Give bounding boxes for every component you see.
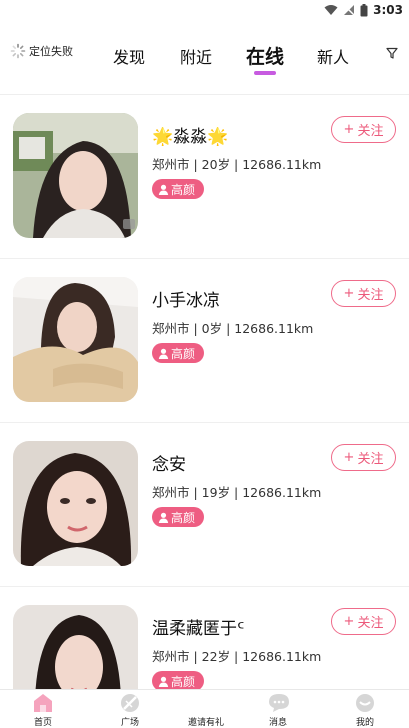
tab-discover[interactable]: 发现 xyxy=(113,44,145,68)
avatar[interactable] xyxy=(13,277,138,402)
plus-icon: + xyxy=(343,286,355,301)
user-meta: 郑州市 | 0岁 | 12686.11km xyxy=(152,321,314,336)
person-icon xyxy=(158,348,169,359)
user-card[interactable]: 🌟淼淼🌟 郑州市 | 20岁 | 12686.11km 高颜 + 关注 xyxy=(0,95,409,259)
bottom-nav: 首页 广场 邀请有礼 消息 我的 xyxy=(0,689,409,728)
battery-icon xyxy=(360,3,368,16)
avatar[interactable] xyxy=(13,605,138,689)
active-tab-indicator xyxy=(254,71,276,75)
message-icon xyxy=(269,694,289,712)
user-card[interactable]: 温柔藏匿于ᑦ 郑州市 | 22岁 | 12686.11km 高颜 + 关注 xyxy=(0,587,409,689)
person-icon xyxy=(158,184,169,195)
plaza-icon xyxy=(121,694,139,712)
plus-icon: + xyxy=(343,614,355,629)
status-badge: 高颜 xyxy=(152,671,205,689)
person-icon xyxy=(158,512,169,523)
loading-icon xyxy=(10,43,26,59)
status-icons: 3:03 xyxy=(324,3,403,17)
nav-profile[interactable]: 我的 xyxy=(335,690,395,728)
user-name: 小手冰凉 xyxy=(152,291,220,311)
filter-icon[interactable] xyxy=(386,47,398,59)
user-card[interactable]: 小手冰凉 郑州市 | 0岁 | 12686.11km 高颜 + 关注 xyxy=(0,259,409,423)
avatar[interactable] xyxy=(13,113,138,238)
user-meta: 郑州市 | 20岁 | 12686.11km xyxy=(152,157,322,172)
user-meta: 郑州市 | 22岁 | 12686.11km xyxy=(152,649,322,664)
location-label: 定位失败 xyxy=(29,45,73,58)
plus-icon: + xyxy=(343,122,355,137)
nav-label: 首页 xyxy=(33,718,52,728)
user-meta: 郑州市 | 19岁 | 12686.11km xyxy=(152,485,322,500)
status-badge: 高颜 xyxy=(152,507,205,527)
gift-icon xyxy=(198,700,214,712)
status-badge: 高颜 xyxy=(152,179,205,199)
avatar[interactable] xyxy=(13,441,138,566)
location-button[interactable]: 定位失败 xyxy=(10,43,73,59)
follow-button[interactable]: + 关注 xyxy=(331,116,396,143)
user-name: 🌟淼淼🌟 xyxy=(152,127,229,147)
wifi-icon xyxy=(324,5,338,15)
follow-label: 关注 xyxy=(357,124,384,139)
follow-button[interactable]: + 关注 xyxy=(331,280,396,307)
follow-label: 关注 xyxy=(357,616,384,631)
follow-button[interactable]: + 关注 xyxy=(331,608,396,635)
tab-nearby[interactable]: 附近 xyxy=(180,44,212,68)
tab-online[interactable]: 在线 xyxy=(246,42,284,69)
follow-label: 关注 xyxy=(357,452,384,467)
top-nav: 定位失败 发现 附近 在线 新人 xyxy=(0,30,409,80)
nav-message[interactable]: 消息 xyxy=(248,690,308,728)
user-name: 温柔藏匿于ᑦ xyxy=(152,619,245,639)
profile-icon xyxy=(356,694,374,712)
follow-button[interactable]: + 关注 xyxy=(331,444,396,471)
badge-label: 高颜 xyxy=(171,510,196,525)
tab-newcomer[interactable]: 新人 xyxy=(317,44,349,68)
follow-label: 关注 xyxy=(357,288,384,303)
user-list[interactable]: 🌟淼淼🌟 郑州市 | 20岁 | 12686.11km 高颜 + 关注 小手冰凉… xyxy=(0,95,409,689)
user-name: 念安 xyxy=(152,455,186,475)
badge-label: 高颜 xyxy=(171,674,196,689)
person-icon xyxy=(158,676,169,687)
plus-icon: + xyxy=(343,450,355,465)
home-icon xyxy=(34,694,52,712)
badge-label: 高颜 xyxy=(171,182,196,197)
status-badge: 高颜 xyxy=(152,343,205,363)
user-card[interactable]: 念安 郑州市 | 19岁 | 12686.11km 高颜 + 关注 xyxy=(0,423,409,587)
status-time: 3:03 xyxy=(373,3,403,17)
signal-icon xyxy=(343,4,355,16)
nav-plaza[interactable]: 广场 xyxy=(100,690,160,728)
nav-label: 消息 xyxy=(268,718,287,728)
nav-invite[interactable]: 邀请有礼 xyxy=(176,690,236,728)
nav-home[interactable]: 首页 xyxy=(13,690,73,728)
nav-label: 广场 xyxy=(120,718,139,728)
nav-label: 邀请有礼 xyxy=(187,718,224,728)
status-bar: 3:03 xyxy=(0,0,409,22)
nav-label: 我的 xyxy=(355,718,374,728)
badge-label: 高颜 xyxy=(171,346,196,361)
